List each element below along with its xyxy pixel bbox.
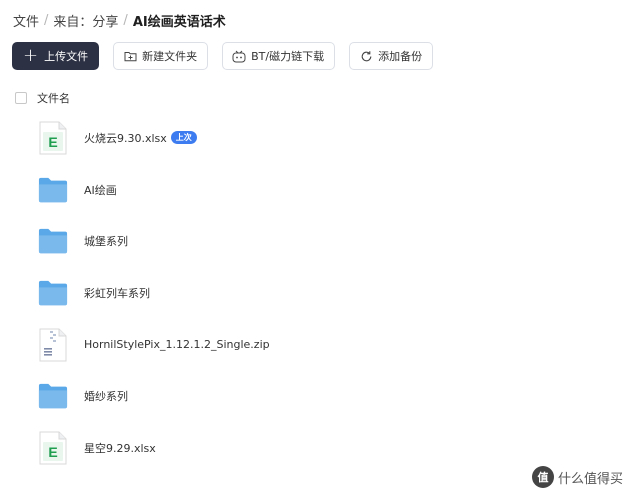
upload-button[interactable]: + 上传文件 — [12, 42, 100, 70]
breadcrumb-current-folder: AI绘画英语话术 — [132, 14, 226, 30]
folder-icon — [38, 379, 68, 413]
watermark: 值 什么值得买 — [531, 466, 623, 488]
file-name-text: HornilStylePix_1.12.1.2_Single.zip — [84, 338, 270, 352]
folder-row[interactable]: 城堡系列 — [0, 215, 633, 267]
file-name-text: 火烧云9.30.xlsx — [84, 131, 167, 145]
svg-text:E: E — [48, 134, 57, 150]
folder-row[interactable]: 彩虹列车系列 — [0, 267, 633, 319]
toolbar: + 上传文件 新建文件夹 BT/磁力链下载 添加备份 — [12, 42, 434, 70]
magnet-download-icon — [232, 49, 246, 63]
folder-icon — [38, 224, 68, 258]
bt-download-button-label: BT/磁力链下载 — [251, 50, 325, 63]
excel-file-icon: E — [38, 431, 68, 465]
filename-column-header: 文件名 — [37, 92, 70, 105]
breadcrumb-item-files[interactable]: 文件 — [13, 11, 39, 30]
svg-text:E: E — [48, 444, 57, 460]
select-all-checkbox[interactable] — [15, 92, 27, 104]
breadcrumb: 文件 / 来自：分享 / AI绘画英语话术 — [13, 11, 226, 30]
add-backup-button[interactable]: 添加备份 — [349, 42, 434, 70]
file-name[interactable]: 城堡系列 — [84, 233, 128, 249]
breadcrumb-separator: / — [123, 12, 128, 28]
file-name[interactable]: 彩虹列车系列 — [84, 285, 150, 301]
file-name-text: 城堡系列 — [84, 235, 128, 249]
new-folder-button[interactable]: 新建文件夹 — [113, 42, 209, 70]
zip-file-icon — [38, 328, 68, 362]
file-row[interactable]: HornilStylePix_1.12.1.2_Single.zip — [0, 319, 633, 371]
file-list: E 火烧云9.30.xlsx 上次 AI绘画 城堡系列 彩虹列车系列 Horni… — [0, 112, 633, 474]
file-list-header: 文件名 — [15, 90, 70, 106]
breadcrumb-item-shared[interactable]: 来自：分享 — [53, 11, 118, 30]
file-name-text: 彩虹列车系列 — [84, 286, 150, 300]
excel-file-icon: E — [38, 121, 68, 155]
new-folder-icon — [123, 49, 137, 63]
file-name[interactable]: 火烧云9.30.xlsx 上次 — [84, 130, 197, 146]
file-name-text: 星空9.29.xlsx — [84, 441, 156, 455]
file-name[interactable]: AI绘画 — [84, 182, 117, 198]
breadcrumb-separator: / — [44, 12, 49, 28]
file-name[interactable]: HornilStylePix_1.12.1.2_Single.zip — [84, 338, 270, 351]
new-folder-button-label: 新建文件夹 — [142, 50, 198, 63]
file-name-text: 婚纱系列 — [84, 390, 128, 404]
add-backup-button-label: 添加备份 — [378, 50, 423, 63]
plus-icon: + — [23, 45, 39, 66]
watermark-text: 什么值得买 — [557, 471, 623, 487]
file-name-text: AI绘画 — [84, 183, 117, 197]
recent-badge: 上次 — [170, 131, 197, 145]
bt-download-button[interactable]: BT/磁力链下载 — [222, 42, 336, 70]
file-name[interactable]: 婚纱系列 — [84, 388, 128, 404]
upload-button-label: 上传文件 — [44, 50, 89, 63]
folder-row[interactable]: AI绘画 — [0, 164, 633, 216]
file-name[interactable]: 星空9.29.xlsx — [84, 440, 156, 456]
smzdm-logo-icon: 值 — [531, 466, 554, 488]
folder-icon — [38, 173, 68, 207]
folder-row[interactable]: 婚纱系列 — [0, 370, 633, 422]
refresh-icon — [359, 49, 373, 63]
file-row[interactable]: E 火烧云9.30.xlsx 上次 — [0, 112, 633, 164]
folder-icon — [38, 276, 68, 310]
